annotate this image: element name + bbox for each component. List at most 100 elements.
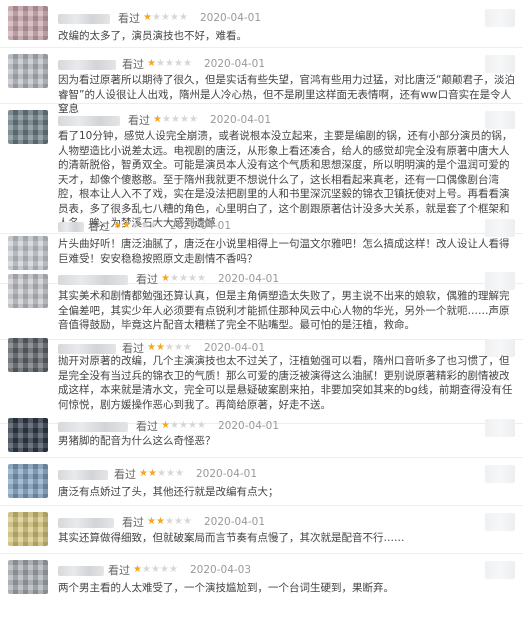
watched-label: 看过 (136, 420, 158, 433)
star-filled-icon: ★ (156, 342, 165, 353)
review-meta: 看过 ★ ★ ★ ★ ★ 2020-04-03 (108, 563, 251, 577)
vote-area-blurred (485, 465, 515, 483)
username-blurred[interactable] (58, 222, 84, 232)
star-rating: ★ ★ ★ ★ ★ (147, 343, 192, 353)
review-text: 改编的太多了，演员演技也不好，难看。 (58, 30, 247, 42)
star-empty-icon: ★ (151, 564, 160, 575)
star-empty-icon: ★ (170, 273, 179, 284)
avatar[interactable] (8, 560, 48, 594)
watched-label: 看过 (114, 468, 136, 481)
review-item: 看过 ★ ★ ★ ★ ★ 2020-04-01 因为看过原著所以期待了很久，但是实话有些… (0, 48, 523, 115)
avatar-mosaic-image (8, 560, 48, 594)
review-text: 其实美术和剧情都勉强还算认真，但是主角俩塑造太失败了，男主说不出来的娘软，偶雅的… (58, 290, 510, 331)
star-empty-icon: ★ (166, 468, 175, 479)
star-filled-icon: ★ (147, 516, 156, 527)
star-empty-icon: ★ (161, 12, 170, 23)
review-meta: 看过 ★ ★ ★ ★ ★ 2020-04-01 (114, 467, 257, 481)
star-empty-icon: ★ (189, 114, 198, 125)
review-item: 看过 ★ ★ ★ ★ ★ 2020-04-01 唐泛有点娇过了头，其他还行就是改编有点大… (0, 458, 523, 506)
avatar[interactable] (8, 6, 48, 40)
review-date: 2020-04-01 (204, 58, 266, 70)
avatar-mosaic-image (8, 110, 48, 144)
review-date: 2020-04-01 (218, 273, 280, 285)
star-empty-icon: ★ (160, 564, 169, 575)
review-date: 2020-04-03 (190, 564, 252, 576)
review-date: 2020-04-01 (200, 12, 262, 24)
username-blurred[interactable] (58, 344, 116, 354)
review-item: 看过 ★ ★ ★ ★ ★ 2020-04-01 抛开对原著的改编，几个主演演技也太不过关… (0, 338, 523, 424)
watched-label: 看过 (118, 12, 140, 25)
review-meta: 看过 ★ ★ ★ ★ ★ 2020-04-01 (88, 219, 231, 233)
star-empty-icon: ★ (165, 58, 174, 69)
avatar-mosaic-image (8, 464, 48, 498)
star-filled-icon: ★ (122, 220, 131, 231)
star-filled-icon: ★ (147, 342, 156, 353)
avatar-mosaic-image (8, 236, 48, 270)
star-empty-icon: ★ (183, 516, 192, 527)
username-blurred[interactable] (58, 422, 128, 432)
username-blurred[interactable] (58, 566, 104, 576)
star-rating: ★ ★ ★ ★ ★ (147, 59, 192, 69)
avatar-mosaic-image (8, 338, 48, 372)
avatar[interactable] (8, 512, 48, 546)
review-text: 抛开对原著的改编，几个主演演技也太不过关了，汪植勉强可以看，隋州口音听多了也习惯… (58, 355, 513, 411)
star-empty-icon: ★ (174, 516, 183, 527)
avatar[interactable] (8, 418, 48, 452)
vote-area-blurred (485, 111, 515, 129)
star-empty-icon: ★ (174, 58, 183, 69)
review-meta: 看过 ★ ★ ★ ★ ★ 2020-04-01 (128, 113, 271, 127)
star-filled-icon: ★ (143, 12, 152, 23)
review-text: 看了10分钟，感觉人设完全崩溃，或者说根本没立起来，主要是编剧的锅，还有小部分演… (58, 130, 513, 229)
star-filled-icon: ★ (139, 468, 148, 479)
star-rating: ★ ★ ★ ★ ★ (139, 469, 184, 479)
avatar-mosaic-image (8, 512, 48, 546)
review-list: 看过 ★ ★ ★ ★ ★ 2020-04-01 改编的太多了，演员演技也不好，难看。 看… (0, 0, 523, 618)
avatar[interactable] (8, 236, 48, 270)
star-empty-icon: ★ (142, 564, 151, 575)
star-filled-icon: ★ (156, 516, 165, 527)
avatar-mosaic-image (8, 418, 48, 452)
username-blurred[interactable] (58, 518, 114, 528)
vote-area-blurred (485, 219, 515, 237)
username-blurred[interactable] (58, 60, 116, 70)
review-meta: 看过 ★ ★ ★ ★ ★ 2020-04-01 (122, 341, 265, 355)
avatar-mosaic-image (8, 6, 48, 40)
star-rating: ★ ★ ★ ★ ★ (143, 13, 188, 23)
star-rating: ★ ★ ★ ★ ★ (161, 274, 206, 284)
star-empty-icon: ★ (169, 564, 178, 575)
username-blurred[interactable] (58, 275, 128, 285)
star-empty-icon: ★ (165, 342, 174, 353)
username-blurred[interactable] (58, 116, 120, 126)
username-blurred[interactable] (58, 14, 110, 24)
username-blurred[interactable] (58, 470, 108, 480)
star-empty-icon: ★ (174, 342, 183, 353)
vote-area-blurred (485, 561, 515, 579)
avatar[interactable] (8, 464, 48, 498)
star-empty-icon: ★ (156, 58, 165, 69)
star-filled-icon: ★ (147, 58, 156, 69)
review-date: 2020-04-01 (218, 420, 280, 432)
star-filled-icon: ★ (161, 273, 170, 284)
star-empty-icon: ★ (188, 273, 197, 284)
watched-label: 看过 (108, 564, 130, 577)
avatar[interactable] (8, 338, 48, 372)
review-text: 其实还算做得细致，但就破案局而言节奏有点慢了，其次就是配音不行…… (58, 532, 405, 544)
star-empty-icon: ★ (140, 220, 149, 231)
star-rating: ★ ★ ★ ★ ★ (133, 565, 178, 575)
avatar[interactable] (8, 110, 48, 144)
star-empty-icon: ★ (131, 220, 140, 231)
review-item: 看过 ★ ★ ★ ★ ★ 2020-04-01 看了10分钟，感觉人设完全崩溃，或者说根… (0, 104, 523, 234)
star-empty-icon: ★ (157, 468, 166, 479)
review-text: 两个男主看的人太难受了，一个演技尴尬到，一个台词生硬到，果断弃。 (58, 582, 394, 594)
review-meta: 看过 ★ ★ ★ ★ ★ 2020-04-01 (118, 11, 261, 25)
avatar[interactable] (8, 274, 48, 308)
watched-label: 看过 (88, 220, 110, 233)
review-item: 看过 ★ ★ ★ ★ ★ 2020-04-01 其实美术和剧情都勉强还算认真，但是主角俩… (0, 272, 523, 340)
star-empty-icon: ★ (149, 220, 158, 231)
star-filled-icon: ★ (153, 114, 162, 125)
star-empty-icon: ★ (179, 12, 188, 23)
star-filled-icon: ★ (161, 420, 170, 431)
review-date: 2020-04-01 (170, 220, 232, 232)
avatar[interactable] (8, 54, 48, 88)
watched-label: 看过 (122, 516, 144, 529)
